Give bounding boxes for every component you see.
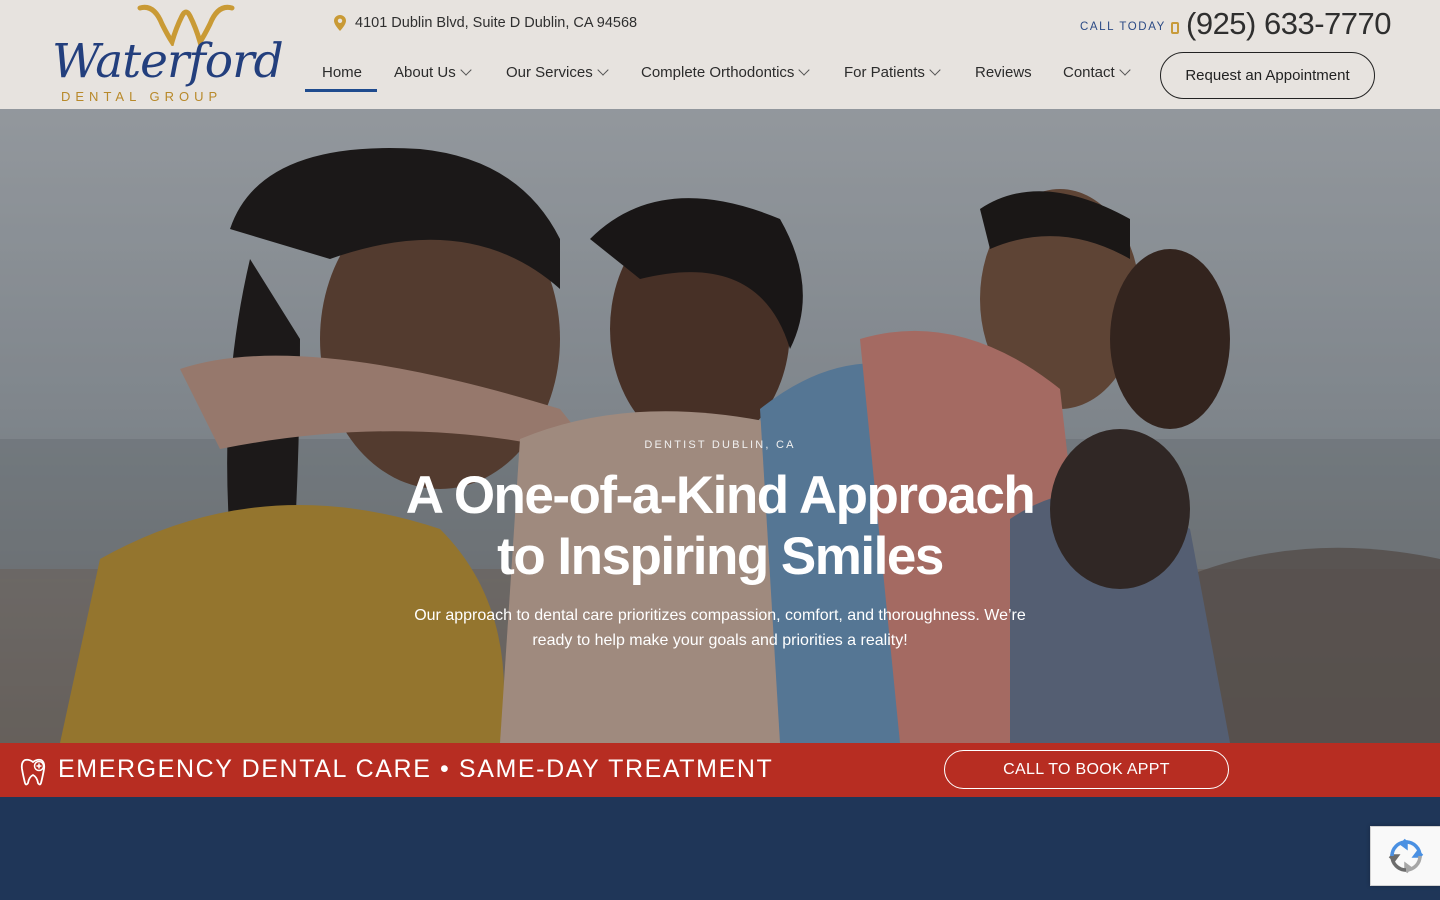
logo-wordmark: Waterford: [52, 34, 284, 89]
chevron-down-icon: [597, 64, 609, 76]
nav-complete-orthodontics[interactable]: Complete Orthodontics: [641, 52, 811, 92]
hero-subtext: Our approach to dental care prioritizes …: [370, 603, 1070, 653]
chevron-down-icon: [460, 64, 472, 76]
recaptcha-badge[interactable]: [1370, 826, 1440, 886]
nav-our-services[interactable]: Our Services: [506, 52, 609, 92]
hero-subtext-line-2: ready to help make your goals and priori…: [532, 632, 908, 649]
hero-eyebrow: DENTIST DUBLIN, CA: [644, 439, 796, 451]
phone-number-link[interactable]: (925) 633-7770: [1186, 6, 1392, 42]
map-pin-icon: [334, 15, 346, 31]
content-section: [0, 797, 1440, 900]
nav-reviews[interactable]: Reviews: [975, 52, 1032, 92]
emergency-banner-text: EMERGENCY DENTAL CARE • SAME-DAY TREATME…: [58, 755, 774, 783]
nav-reviews-label: Reviews: [975, 63, 1032, 81]
hero-section: DENTIST DUBLIN, CA A One-of-a-Kind Appro…: [0, 109, 1440, 743]
address-text: 4101 Dublin Blvd, Suite D Dublin, CA 945…: [355, 15, 638, 31]
hero-headline-line-1: A One-of-a-Kind Approach: [405, 466, 1036, 525]
nav-about-us-label: About Us: [394, 63, 456, 81]
nav-contact[interactable]: Contact: [1063, 52, 1131, 92]
nav-contact-label: Contact: [1063, 63, 1115, 81]
tooth-icon: [20, 758, 46, 786]
chevron-down-icon: [929, 64, 941, 76]
nav-about-us[interactable]: About Us: [394, 52, 472, 92]
hero-headline: A One-of-a-Kind Approach to Inspiring Sm…: [370, 465, 1070, 587]
call-to-book-button[interactable]: CALL TO BOOK APPT: [944, 750, 1229, 789]
logo-subtitle: DENTAL GROUP: [61, 89, 223, 104]
request-appointment-button[interactable]: Request an Appointment: [1160, 52, 1375, 99]
nav-home-label: Home: [322, 63, 363, 81]
nav-our-services-label: Our Services: [506, 63, 593, 81]
nav-for-patients-label: For Patients: [844, 63, 925, 81]
nav-for-patients[interactable]: For Patients: [844, 52, 941, 92]
hero-headline-line-2: to Inspiring Smiles: [497, 527, 944, 586]
nav-complete-orthodontics-label: Complete Orthodontics: [641, 63, 795, 81]
nav-home[interactable]: Home: [322, 52, 362, 92]
phone-icon: [1171, 22, 1179, 34]
address[interactable]: 4101 Dublin Blvd, Suite D Dublin, CA 945…: [334, 15, 637, 31]
chevron-down-icon: [1119, 64, 1131, 76]
active-nav-indicator: [305, 89, 377, 92]
site-header: Waterford DENTAL GROUP 4101 Dublin Blvd,…: [0, 0, 1440, 109]
chevron-down-icon: [798, 64, 811, 76]
call-today-label: CALL TODAY: [1080, 21, 1166, 33]
hero-subtext-line-1: Our approach to dental care prioritizes …: [414, 607, 1026, 624]
site-logo[interactable]: Waterford DENTAL GROUP: [52, 2, 284, 106]
recaptcha-icon: [1388, 838, 1423, 874]
